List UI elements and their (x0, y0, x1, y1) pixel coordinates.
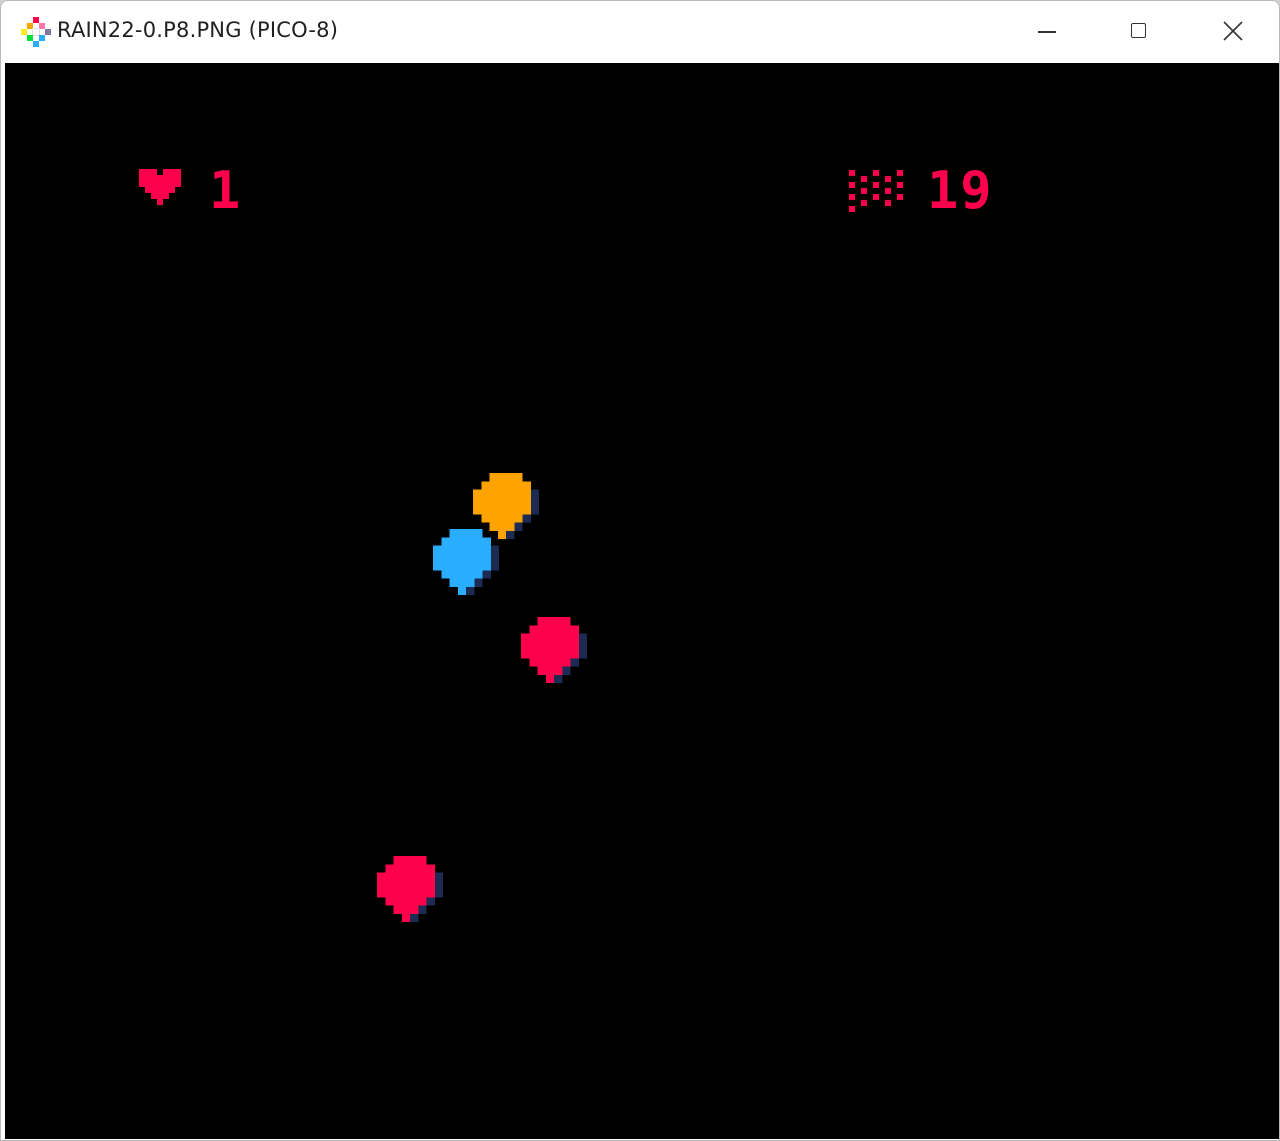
maximize-icon (1131, 23, 1146, 38)
minimize-button[interactable] (1001, 1, 1093, 63)
lives-count: 1 (209, 161, 241, 221)
window-title: RAIN22-0.P8.PNG (PICO-8) (57, 18, 339, 42)
raindrop-blue (433, 529, 499, 595)
app-window: RAIN22-0.P8.PNG (PICO-8) 1 19 (0, 0, 1280, 1141)
raindrop-red (377, 856, 443, 922)
heart-icon (139, 169, 181, 205)
rain-icon (849, 170, 903, 212)
title-bar[interactable]: RAIN22-0.P8.PNG (PICO-8) (1, 1, 1279, 63)
close-icon (1223, 21, 1243, 41)
score-count: 19 (927, 161, 994, 221)
pico8-logo-icon (21, 17, 51, 47)
raindrop-red (521, 617, 587, 683)
maximize-button[interactable] (1093, 1, 1185, 63)
game-canvas[interactable]: 1 19 (5, 63, 1279, 1139)
close-button[interactable] (1187, 1, 1279, 63)
minimize-icon (1038, 31, 1056, 33)
